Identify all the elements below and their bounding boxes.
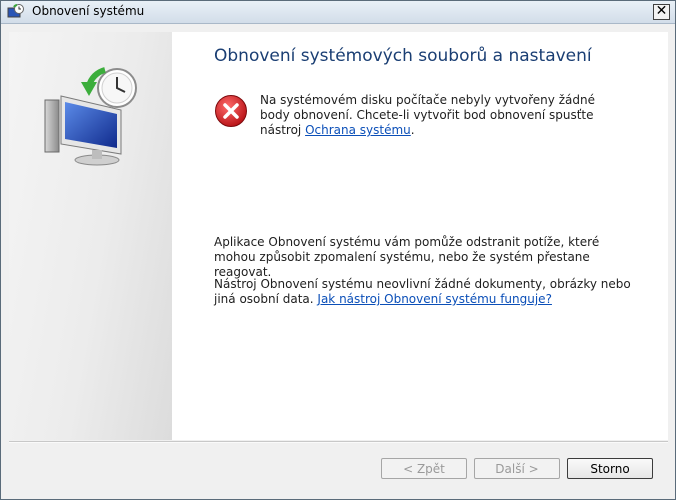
next-button[interactable]: Další > bbox=[474, 458, 560, 479]
system-restore-icon bbox=[7, 4, 24, 18]
how-restore-works-link[interactable]: Jak nástroj Obnovení systému funguje? bbox=[317, 292, 552, 306]
back-button[interactable]: < Zpět bbox=[381, 458, 467, 479]
sidebar-panel bbox=[9, 32, 172, 440]
dialog-window: Obnovení systému ✕ Obnovení systémových … bbox=[0, 0, 676, 500]
window-title: Obnovení systému bbox=[32, 4, 145, 18]
error-message: Na systémovém disku počítače nebyly vytv… bbox=[260, 93, 620, 138]
error-icon bbox=[215, 95, 247, 127]
error-message-end: . bbox=[410, 123, 415, 137]
info-paragraph-2: Nástroj Obnovení systému neovlivní žádné… bbox=[214, 277, 634, 307]
title-bar: Obnovení systému ✕ bbox=[1, 1, 675, 24]
footer-divider bbox=[9, 441, 668, 443]
close-button[interactable]: ✕ bbox=[653, 4, 670, 20]
cancel-button[interactable]: Storno bbox=[567, 458, 653, 479]
system-protection-link[interactable]: Ochrana systému bbox=[305, 123, 411, 137]
system-restore-monitor-clock-icon bbox=[44, 67, 137, 166]
page-title: Obnovení systémových souborů a nastavení bbox=[214, 46, 592, 66]
content-panel: Obnovení systémových souborů a nastavení… bbox=[9, 32, 668, 440]
info-paragraph-1: Aplikace Obnovení systému vám pomůže ods… bbox=[214, 235, 600, 279]
